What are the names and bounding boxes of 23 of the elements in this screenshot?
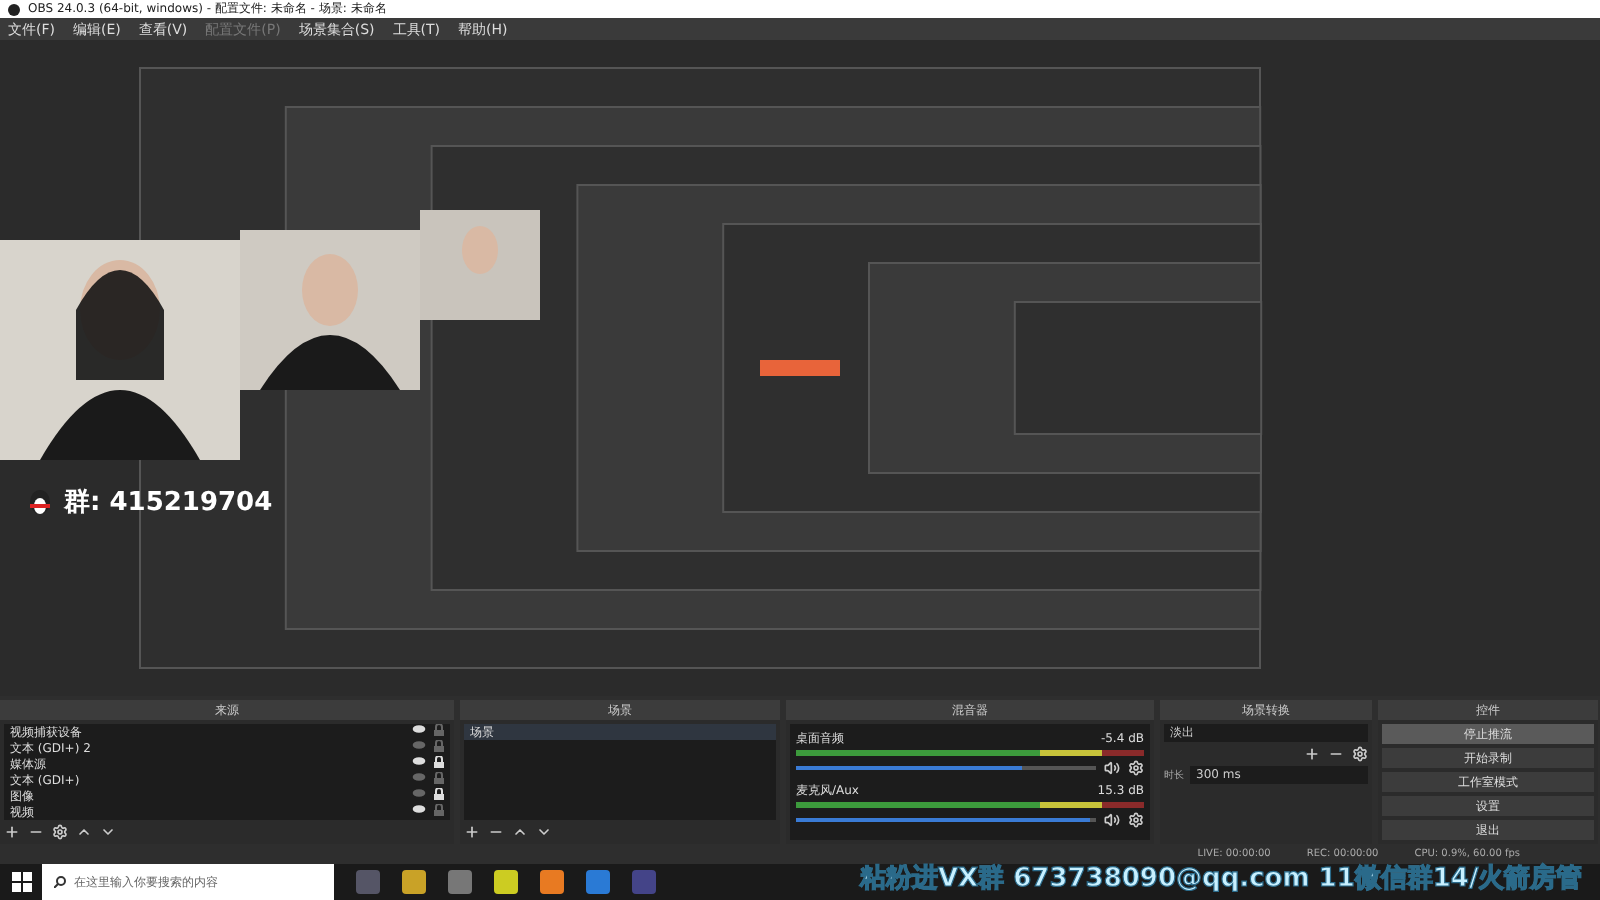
- add-icon[interactable]: [4, 824, 20, 841]
- volume-slider[interactable]: [796, 766, 1021, 771]
- lock-icon[interactable]: [434, 756, 444, 769]
- penguin-icon: [28, 489, 52, 516]
- volume-slider[interactable]: [796, 818, 1090, 823]
- lock-icon[interactable]: [434, 788, 444, 801]
- settings-icon[interactable]: [1128, 760, 1144, 777]
- overlay-text: 粘粉进VX群 673738090@qq.com 11微信群14/火箭房管: [860, 861, 1583, 896]
- settings-icon[interactable]: [1128, 812, 1144, 829]
- add-icon[interactable]: [1304, 746, 1320, 763]
- search-icon: [54, 876, 66, 888]
- down-icon[interactable]: [100, 824, 116, 841]
- up-icon[interactable]: [76, 824, 92, 841]
- group-number-label: 群: 415219704: [64, 486, 273, 521]
- app-icon: [8, 3, 20, 15]
- down-icon[interactable]: [536, 824, 552, 841]
- up-icon[interactable]: [512, 824, 528, 841]
- settings-icon[interactable]: [1352, 746, 1368, 763]
- speaker-icon[interactable]: [1104, 760, 1120, 777]
- add-icon[interactable]: [464, 824, 480, 841]
- settings-icon[interactable]: [52, 824, 68, 841]
- windows-logo-icon[interactable]: [12, 872, 32, 892]
- speaker-icon[interactable]: [1104, 812, 1120, 829]
